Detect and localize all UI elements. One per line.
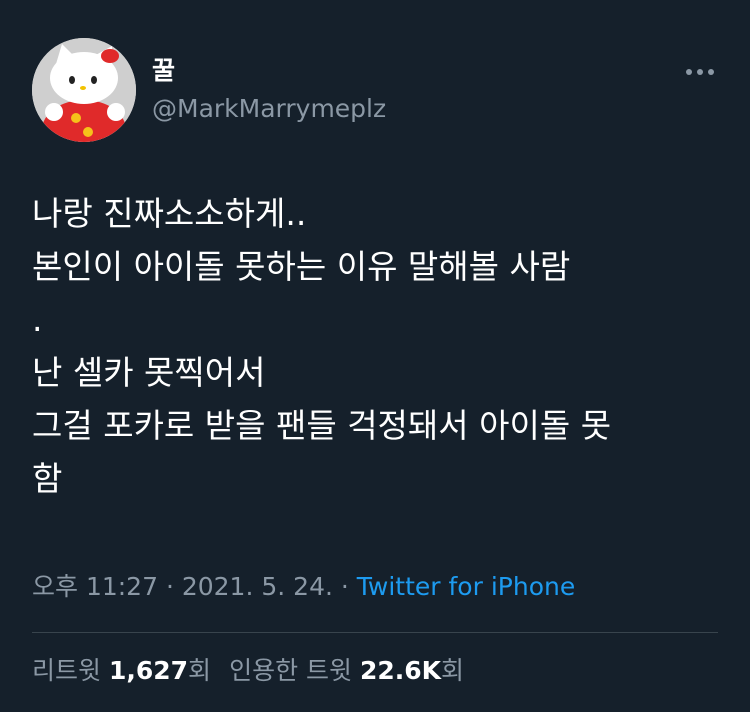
- hello-kitty-avatar-image: [32, 38, 136, 142]
- display-name[interactable]: 꿀: [152, 56, 175, 86]
- quote-tweets-suffix: 회: [441, 656, 465, 685]
- tweet-text-line: .: [32, 300, 43, 339]
- meta-separator: ·: [332, 572, 357, 601]
- retweets-suffix: 회: [188, 656, 212, 685]
- tweet-text-line: 그걸 포카로 받을 팬들 걱정돼서 아이돌 못: [32, 406, 612, 445]
- meta-separator: ·: [158, 572, 182, 601]
- tweet-detail: 꿀 @MarkMarrymeplz 나랑 진짜소소하게.. 본인이 아이돌 못하…: [0, 0, 750, 712]
- tweet-text: 나랑 진짜소소하게.. 본인이 아이돌 못하는 이유 말해볼 사람 . 난 셀카…: [32, 187, 732, 505]
- retweets-stat[interactable]: 리트윗 1,627회: [32, 656, 211, 685]
- retweets-label: 리트윗: [32, 656, 102, 685]
- retweets-count: 1,627: [108, 656, 189, 685]
- more-horizontal-icon: [686, 69, 714, 75]
- tweet-stats: 리트윗 1,627회 인용한 트윗 22.6K회: [32, 654, 464, 688]
- quote-tweets-label: 인용한 트윗: [229, 656, 353, 685]
- tweet-text-line: 함: [32, 459, 63, 498]
- more-options-button[interactable]: [676, 58, 724, 86]
- user-handle[interactable]: @MarkMarrymeplz: [152, 94, 386, 124]
- tweet-text-line: 본인이 아이돌 못하는 이유 말해볼 사람: [32, 247, 571, 286]
- tweet-source-link[interactable]: Twitter for iPhone: [357, 572, 575, 601]
- quote-tweets-stat[interactable]: 인용한 트윗 22.6K회: [229, 656, 464, 685]
- tweet-metadata: 오후 11:27 · 2021. 5. 24. · Twitter for iP…: [32, 570, 575, 604]
- tweet-date[interactable]: 2021. 5. 24.: [182, 572, 333, 601]
- tweet-text-line: 나랑 진짜소소하게..: [32, 194, 307, 233]
- divider: [32, 632, 718, 633]
- tweet-text-line: 난 셀카 못찍어서: [32, 353, 266, 392]
- tweet-time[interactable]: 오후 11:27: [32, 572, 158, 601]
- quote-tweets-count: 22.6K: [359, 656, 442, 685]
- avatar[interactable]: [32, 38, 136, 142]
